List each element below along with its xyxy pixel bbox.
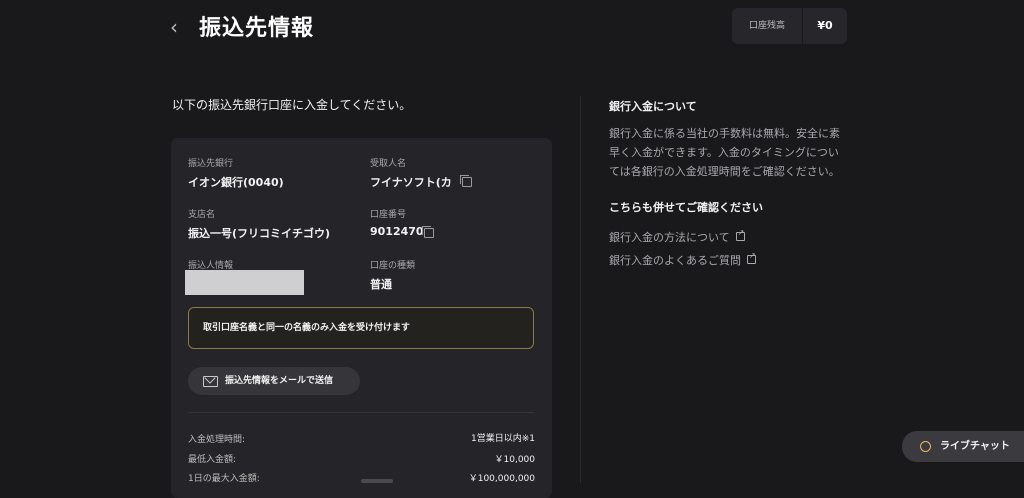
min-deposit-label: 最低入金額: xyxy=(188,455,237,465)
bank-value: イオン銀行(0040) xyxy=(188,176,284,189)
link-deposit-faq[interactable]: 銀行入金のよくあるご質問 xyxy=(609,249,756,268)
branch-label: 支店名 xyxy=(188,210,216,220)
bank-deposit-info-title: 銀行入金について xyxy=(609,100,697,113)
copy-recipient-icon[interactable] xyxy=(460,175,472,187)
balance-label: 口座残高 xyxy=(748,21,785,31)
chevron-left-icon[interactable]: ‹ xyxy=(170,14,192,40)
account-number-value: 9012470 xyxy=(370,225,424,238)
send-email-label: 振込先情報をメールで送信 xyxy=(225,376,334,386)
link-deposit-method-label[interactable]: 銀行入金の方法について xyxy=(609,231,730,244)
mail-icon xyxy=(203,376,218,387)
copy-account-number-icon[interactable] xyxy=(422,226,434,238)
recipient-label: 受取人名 xyxy=(370,159,407,169)
chat-bubble-icon xyxy=(920,441,931,452)
card-divider xyxy=(188,412,534,413)
account-type-value: 普通 xyxy=(370,278,392,291)
send-email-button[interactable]: 振込先情報をメールで送信 xyxy=(188,367,360,395)
balance-value: ¥0 xyxy=(817,19,833,32)
link-deposit-method[interactable]: 銀行入金の方法について xyxy=(609,226,745,245)
min-deposit-value: ￥10,000 xyxy=(494,455,536,465)
max-deposit-value: ￥100,000,000 xyxy=(468,474,535,484)
balance-display: 口座残高 ¥0 xyxy=(732,8,847,44)
processing-time-value: 1営業日以内※1 xyxy=(471,434,535,444)
link-deposit-faq-label[interactable]: 銀行入金のよくあるご質問 xyxy=(609,254,741,267)
max-deposit-label: 1日の最大入金額: xyxy=(188,474,260,484)
bank-label: 振込先銀行 xyxy=(188,159,234,169)
live-chat-label: ライブチャット xyxy=(940,441,1010,452)
deposit-instruction: 以下の振込先銀行口座に入金してください。 xyxy=(172,98,412,112)
processing-time-label: 入金処理時間: xyxy=(188,435,246,445)
external-link-icon xyxy=(735,228,745,241)
column-divider xyxy=(580,96,581,483)
see-also-title: こちらも併せてご確認ください xyxy=(609,201,763,214)
redacted-depositor-info xyxy=(185,270,304,295)
notice-text: 取引口座名義と同一の名義のみ入金を受け付けます xyxy=(203,323,411,333)
page-title: 振込先情報 xyxy=(199,16,315,41)
branch-value: 振込一号(フリコミイチゴウ) xyxy=(188,227,331,240)
horizontal-scrollbar-thumb[interactable] xyxy=(361,479,393,483)
name-match-notice: 取引口座名義と同一の名義のみ入金を受け付けます xyxy=(188,307,534,349)
external-link-icon xyxy=(747,251,756,264)
bank-deposit-info-body: 銀行入金に係る当社の手数料は無料。安全に素早く入金ができます。入金のタイミングに… xyxy=(609,127,840,178)
recipient-value: フイナソフト(カ xyxy=(370,176,452,189)
live-chat-button[interactable]: ライブチャット xyxy=(902,431,1024,462)
account-number-label: 口座番号 xyxy=(370,210,407,220)
account-type-label: 口座の種類 xyxy=(370,261,416,271)
